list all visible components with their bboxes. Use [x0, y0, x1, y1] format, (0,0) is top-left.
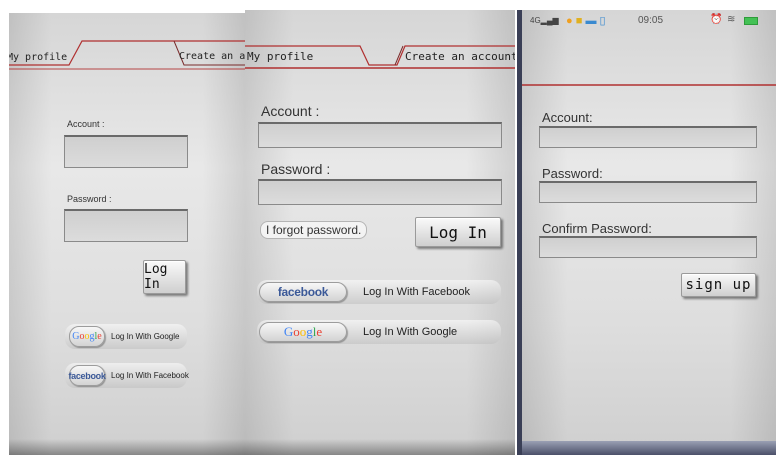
header-line	[522, 84, 776, 86]
tab-my-profile[interactable]: My profile	[9, 52, 67, 63]
login-button[interactable]: Log In	[143, 260, 186, 294]
password-input[interactable]	[65, 211, 187, 241]
tab-create-account[interactable]: Create an account	[405, 50, 515, 63]
account-label: Account :	[261, 103, 320, 119]
signup-button[interactable]: sign up	[681, 273, 756, 297]
account-input[interactable]	[540, 128, 756, 147]
facebook-login-button[interactable]: facebook Log In With Facebook	[65, 363, 189, 388]
tab-my-profile[interactable]: My profile	[247, 50, 313, 63]
google-logo: Google	[259, 322, 347, 342]
confirm-password-input[interactable]	[540, 238, 756, 257]
google-logo-text: Google	[72, 331, 102, 342]
bottom-shade	[245, 439, 515, 455]
navigation-bar	[522, 441, 776, 455]
password-field[interactable]	[64, 209, 188, 242]
facebook-logo-text: facebook	[68, 370, 106, 381]
account-label: Account:	[542, 110, 593, 125]
account-field[interactable]	[64, 135, 188, 168]
signup-screen: 4G▂▄▆ ● ■ ▬ ▯ 09:05 ⏰ ≋ Account: Passwor…	[517, 10, 776, 455]
password-label: Password :	[67, 194, 112, 204]
facebook-login-text: Log In With Facebook	[111, 371, 189, 380]
login-screen-large: My profile Create an account Account : P…	[245, 10, 515, 455]
login-button[interactable]: Log In	[415, 217, 501, 247]
account-field[interactable]	[539, 126, 757, 148]
google-login-text: Log In With Google	[363, 326, 458, 338]
confirm-password-field[interactable]	[539, 236, 757, 258]
confirm-password-label: Confirm Password:	[542, 221, 652, 236]
facebook-login-text: Log In With Facebook	[363, 286, 471, 298]
account-input[interactable]	[65, 137, 187, 167]
signup-screen-body: 4G▂▄▆ ● ■ ▬ ▯ 09:05 ⏰ ≋ Account: Passwor…	[522, 10, 776, 455]
password-field[interactable]	[258, 179, 502, 205]
google-login-button[interactable]: Google Log In With Google	[65, 324, 187, 349]
forgot-password-link[interactable]: I forgot password.	[260, 221, 368, 239]
login-screen-small: My profile Create an account Account : P…	[9, 13, 245, 455]
google-logo: Google	[69, 326, 105, 347]
google-login-text: Log In With Google	[111, 332, 180, 341]
account-label: Account :	[67, 119, 105, 129]
password-field[interactable]	[539, 181, 757, 203]
facebook-logo: facebook	[259, 282, 347, 302]
password-input[interactable]	[540, 183, 756, 202]
bottom-shade	[9, 439, 245, 455]
facebook-logo-text: facebook	[277, 285, 329, 299]
password-input[interactable]	[259, 181, 501, 204]
facebook-login-button[interactable]: facebook Log In With Facebook	[257, 280, 501, 304]
password-label: Password:	[542, 166, 603, 181]
account-field[interactable]	[258, 122, 502, 148]
tab-create-account[interactable]: Create an account	[179, 51, 245, 62]
google-logo-text: Google	[283, 324, 323, 339]
password-label: Password :	[261, 161, 331, 177]
tab-outline	[9, 40, 245, 70]
account-input[interactable]	[259, 124, 501, 147]
facebook-logo: facebook	[68, 365, 106, 386]
google-login-button[interactable]: Google Log In With Google	[257, 320, 501, 344]
